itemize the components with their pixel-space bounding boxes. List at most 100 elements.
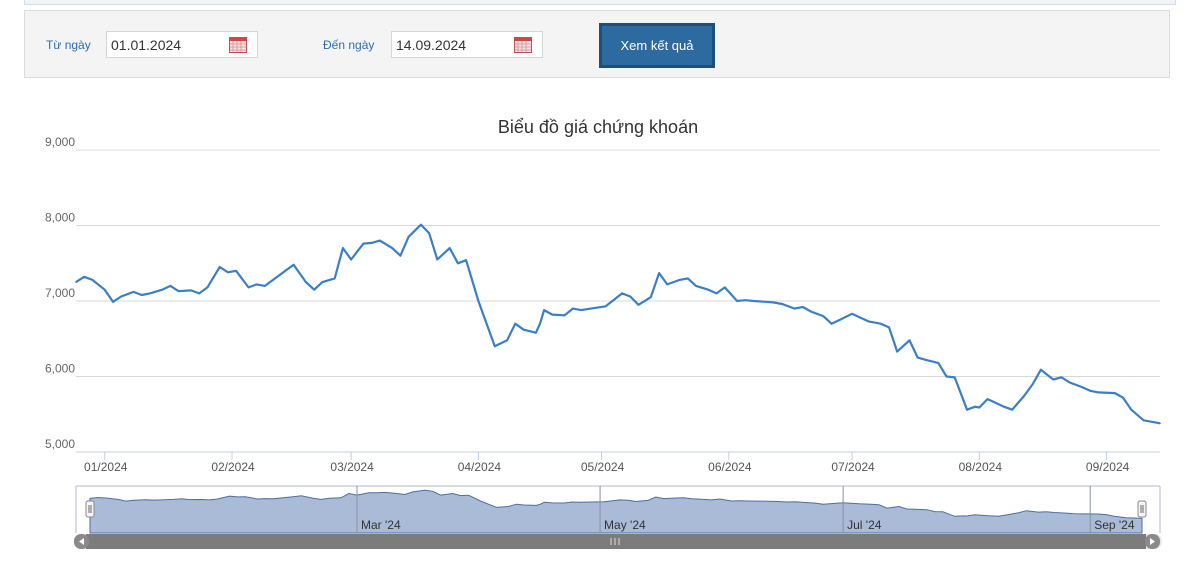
price-point: [629, 295, 632, 298]
price-point: [563, 314, 566, 317]
price-point: [140, 294, 143, 296]
price-line: [75, 223, 1161, 425]
price-point: [120, 295, 122, 298]
price-point: [994, 402, 997, 404]
price-point: [723, 286, 726, 289]
price-point: [986, 398, 989, 400]
price-point: [112, 300, 114, 303]
price-point: [604, 305, 607, 308]
navigator-label: May '24: [604, 518, 646, 532]
price-point: [198, 292, 200, 295]
range-navigator[interactable]: Mar '24 May '24 Jul '24 Sep '24: [74, 485, 1162, 549]
navigator-label: Mar '24: [361, 518, 401, 532]
price-point: [879, 322, 882, 325]
price-point: [822, 315, 825, 317]
price-point: [1003, 405, 1005, 408]
price-point: [1011, 408, 1013, 411]
price-point: [333, 277, 336, 280]
price-point: [1122, 396, 1124, 399]
navigator-right-handle[interactable]: [1137, 500, 1147, 518]
price-point: [678, 279, 681, 281]
price-point: [75, 281, 77, 283]
price-point: [227, 271, 229, 274]
price-point: [543, 309, 545, 311]
price-point: [978, 406, 981, 409]
price-point: [773, 301, 775, 304]
x-tick-label: 05/2024: [581, 460, 625, 474]
price-point: [888, 326, 890, 329]
price-point: [255, 283, 258, 286]
price-point: [793, 307, 796, 310]
price-point: [1159, 422, 1161, 425]
price-point: [1097, 391, 1100, 394]
price-point: [966, 408, 968, 411]
scroll-left-button: [74, 534, 89, 549]
price-point: [420, 223, 422, 226]
to-date-input[interactable]: [392, 32, 506, 57]
calendar-icon[interactable]: [229, 37, 247, 53]
price-point: [313, 288, 315, 291]
price-point: [485, 322, 488, 325]
price-point: [436, 258, 439, 261]
price-point: [206, 286, 209, 289]
price-point: [1040, 368, 1042, 371]
price-point: [1114, 392, 1116, 394]
price-point: [477, 300, 480, 302]
price-point: [765, 300, 767, 303]
calendar-icon[interactable]: [514, 37, 532, 53]
price-point: [284, 270, 287, 272]
chart-title: Biểu đồ giá chứng khoán: [498, 117, 698, 137]
price-point: [687, 277, 689, 280]
price-point: [830, 322, 833, 325]
x-tick-label: 08/2024: [959, 460, 1003, 474]
price-point: [744, 299, 747, 302]
price-point: [379, 239, 381, 242]
navigator-label: Jul '24: [847, 518, 882, 532]
x-tick-label: 01/2024: [84, 460, 128, 474]
y-tick-label: 8,000: [45, 211, 75, 225]
price-point: [572, 307, 574, 310]
price-point: [896, 350, 899, 353]
scroll-right-button: [1145, 534, 1160, 549]
price-point: [1023, 394, 1026, 397]
to-date-label: Đến ngày: [323, 38, 375, 52]
price-point: [535, 331, 537, 334]
price-point: [810, 310, 812, 313]
handle-body: [1137, 500, 1147, 518]
y-tick-label: 5,000: [45, 437, 75, 451]
grid-lines: [76, 149, 1160, 453]
x-axis: 01/2024 02/2024 03/2024 04/2024 05/2024 06/20…: [76, 451, 1160, 474]
price-point: [342, 247, 344, 249]
scrollbar-thumb: [86, 534, 1146, 549]
price-point: [457, 262, 459, 265]
price-point: [177, 290, 180, 292]
from-date-input[interactable]: [107, 32, 221, 57]
price-point: [103, 288, 106, 291]
view-results-button[interactable]: Xem kết quả: [599, 23, 715, 68]
price-point: [321, 281, 324, 283]
price-point: [838, 319, 841, 321]
price-point: [637, 303, 640, 306]
price-point: [235, 270, 237, 272]
price-point: [190, 289, 192, 292]
price-point: [859, 316, 862, 319]
navigator-label: Sep '24: [1094, 518, 1135, 532]
scrollbar[interactable]: [74, 534, 1162, 549]
price-point: [781, 303, 784, 305]
price-point: [707, 288, 710, 291]
price-point: [715, 292, 718, 295]
price-point: [362, 242, 365, 245]
navigator-left-handle[interactable]: [85, 500, 95, 518]
price-point: [621, 292, 623, 295]
price-point: [407, 236, 410, 238]
price-point: [851, 313, 853, 315]
price-point: [305, 281, 307, 283]
price-point: [1150, 421, 1153, 423]
price-point: [218, 266, 221, 268]
price-point: [292, 263, 295, 266]
price-point: [916, 356, 919, 359]
price-point: [974, 405, 977, 408]
price-point: [736, 300, 738, 302]
y-axis: 5,000 6,000 7,000 8,000 9,000: [45, 135, 75, 451]
price-point: [370, 242, 373, 244]
